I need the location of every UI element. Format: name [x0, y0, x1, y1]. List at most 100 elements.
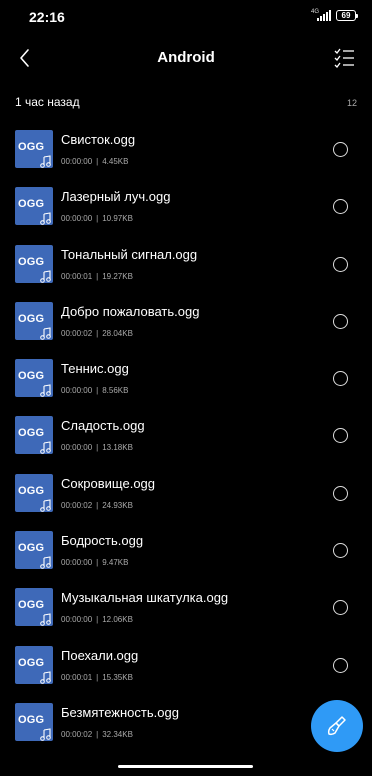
- select-checkbox[interactable]: [333, 313, 348, 329]
- file-name: Безмятежность.ogg: [61, 704, 179, 720]
- music-note-icon: [40, 441, 51, 455]
- file-name: Добро пожаловать.ogg: [61, 303, 200, 319]
- file-size: 13.18KB: [102, 443, 133, 453]
- file-size: 10.97KB: [102, 214, 133, 224]
- file-meta: 00:00:02 | 28.04KB: [61, 329, 133, 338]
- status-bar: 22:16 4G 69: [0, 0, 372, 32]
- ogg-file-icon: OGG: [15, 645, 53, 684]
- file-duration: 00:00:02: [61, 328, 93, 338]
- meta-separator: |: [96, 443, 99, 453]
- select-checkbox[interactable]: [333, 657, 348, 673]
- file-row[interactable]: OGG Свисток.ogg 00:00:00 | 4.45KB: [0, 130, 372, 187]
- broom-clean-icon: [327, 716, 346, 736]
- music-note-icon: [40, 384, 51, 397]
- section-title: 1 час назад: [15, 95, 80, 109]
- music-note-icon: [40, 613, 51, 627]
- file-row[interactable]: OGG Сладость.ogg 00:00:00 | 13.18KB: [0, 416, 372, 473]
- file-type-label: OGG: [18, 599, 45, 612]
- checklist-icon: [334, 48, 354, 68]
- file-size: 32.34KB: [102, 729, 133, 739]
- ogg-file-icon: OGG: [15, 588, 53, 627]
- file-meta: 00:00:01 | 19.27KB: [61, 272, 133, 281]
- file-name: Музыкальная шкатулка.ogg: [61, 590, 229, 606]
- music-note-icon: [40, 327, 51, 340]
- file-type-label: OGG: [18, 542, 45, 555]
- select-all-button[interactable]: [333, 46, 357, 70]
- ogg-file-icon: OGG: [15, 473, 53, 512]
- select-checkbox[interactable]: [333, 142, 348, 157]
- meta-separator: |: [96, 615, 99, 625]
- file-duration: 00:00:01: [61, 271, 93, 281]
- file-meta: 00:00:00 | 4.45KB: [61, 157, 128, 166]
- file-name: Бодрость.ogg: [61, 533, 144, 549]
- file-name: Лазерный луч.ogg: [61, 189, 171, 205]
- meta-separator: |: [96, 214, 99, 224]
- file-list: OGG Свисток.ogg 00:00:00 | 4.45KB OGG Лазе…: [0, 130, 372, 760]
- status-time: 22:16: [29, 9, 65, 25]
- file-type-label: OGG: [18, 427, 45, 440]
- file-size: 15.35KB: [102, 672, 133, 682]
- meta-separator: |: [96, 386, 99, 396]
- ogg-file-icon: OGG: [15, 702, 53, 741]
- select-checkbox[interactable]: [333, 543, 348, 559]
- music-note-icon: [40, 499, 51, 512]
- page-title: Android: [157, 49, 215, 66]
- select-checkbox[interactable]: [333, 199, 348, 215]
- select-checkbox[interactable]: [333, 256, 348, 272]
- section-header: 1 час назад 12: [15, 95, 357, 111]
- file-size: 8.56KB: [102, 386, 129, 396]
- home-indicator[interactable]: [118, 765, 253, 768]
- file-duration: 00:00:02: [61, 500, 93, 510]
- file-row[interactable]: OGG Музыкальная шкатулка.ogg 00:00:00 | 12…: [0, 588, 372, 645]
- file-row[interactable]: OGG Лазерный луч.ogg 00:00:00 | 10.97KB: [0, 187, 372, 244]
- file-duration: 00:00:01: [61, 672, 93, 682]
- ogg-file-icon: OGG: [15, 130, 53, 168]
- file-name: Теннис.ogg: [61, 361, 129, 377]
- file-row[interactable]: OGG Добро пожаловать.ogg 00:00:02 | 28.04K…: [0, 301, 372, 359]
- battery-icon: 69: [336, 10, 358, 21]
- file-row[interactable]: OGG Поехали.ogg 00:00:01 | 15.35KB: [0, 645, 372, 703]
- music-note-icon: [40, 212, 51, 226]
- section-count: 12: [346, 98, 357, 108]
- clean-fab-button[interactable]: [311, 700, 363, 752]
- ogg-file-icon: OGG: [15, 359, 53, 398]
- file-type-label: OGG: [18, 255, 45, 268]
- select-checkbox[interactable]: [333, 600, 348, 616]
- meta-separator: |: [96, 729, 99, 739]
- file-type-label: OGG: [18, 713, 45, 726]
- file-row[interactable]: OGG Бодрость.ogg 00:00:00 | 9.47KB: [0, 531, 372, 588]
- music-note-icon: [40, 269, 51, 283]
- file-row[interactable]: OGG Теннис.ogg 00:00:00 | 8.56KB: [0, 359, 372, 416]
- meta-separator: |: [96, 157, 99, 166]
- file-row[interactable]: OGG Тональный сигнал.ogg 00:00:01 | 19.27K…: [0, 244, 372, 302]
- file-size: 24.93KB: [102, 500, 133, 510]
- file-meta: 00:00:02 | 24.93KB: [61, 501, 133, 510]
- file-duration: 00:00:02: [61, 729, 93, 739]
- file-meta: 00:00:00 | 9.47KB: [61, 558, 128, 567]
- select-checkbox[interactable]: [333, 428, 348, 444]
- ogg-file-icon: OGG: [15, 531, 53, 570]
- battery-level: 69: [341, 11, 351, 20]
- header: Android: [0, 40, 372, 76]
- select-checkbox[interactable]: [333, 371, 348, 387]
- file-type-label: OGG: [18, 484, 45, 497]
- file-row[interactable]: OGG Сокровище.ogg 00:00:02 | 24.93KB: [0, 473, 372, 531]
- file-duration: 00:00:00: [61, 157, 93, 166]
- file-duration: 00:00:00: [61, 558, 93, 568]
- ogg-file-icon: OGG: [15, 244, 53, 283]
- file-type-label: OGG: [18, 656, 45, 669]
- file-name: Сокровище.ogg: [61, 475, 156, 491]
- file-meta: 00:00:00 | 8.56KB: [61, 386, 128, 395]
- file-meta: 00:00:00 | 10.97KB: [61, 214, 133, 223]
- ogg-file-icon: OGG: [15, 301, 53, 340]
- file-name: Сладость.ogg: [61, 418, 145, 434]
- meta-separator: |: [96, 271, 99, 281]
- file-type-label: OGG: [18, 312, 45, 325]
- file-duration: 00:00:00: [61, 214, 93, 224]
- file-meta: 00:00:00 | 12.06KB: [61, 615, 133, 624]
- music-note-icon: [40, 671, 51, 684]
- file-name: Поехали.ogg: [61, 647, 139, 663]
- select-checkbox[interactable]: [333, 485, 348, 501]
- file-duration: 00:00:00: [61, 443, 93, 453]
- meta-separator: |: [96, 672, 99, 682]
